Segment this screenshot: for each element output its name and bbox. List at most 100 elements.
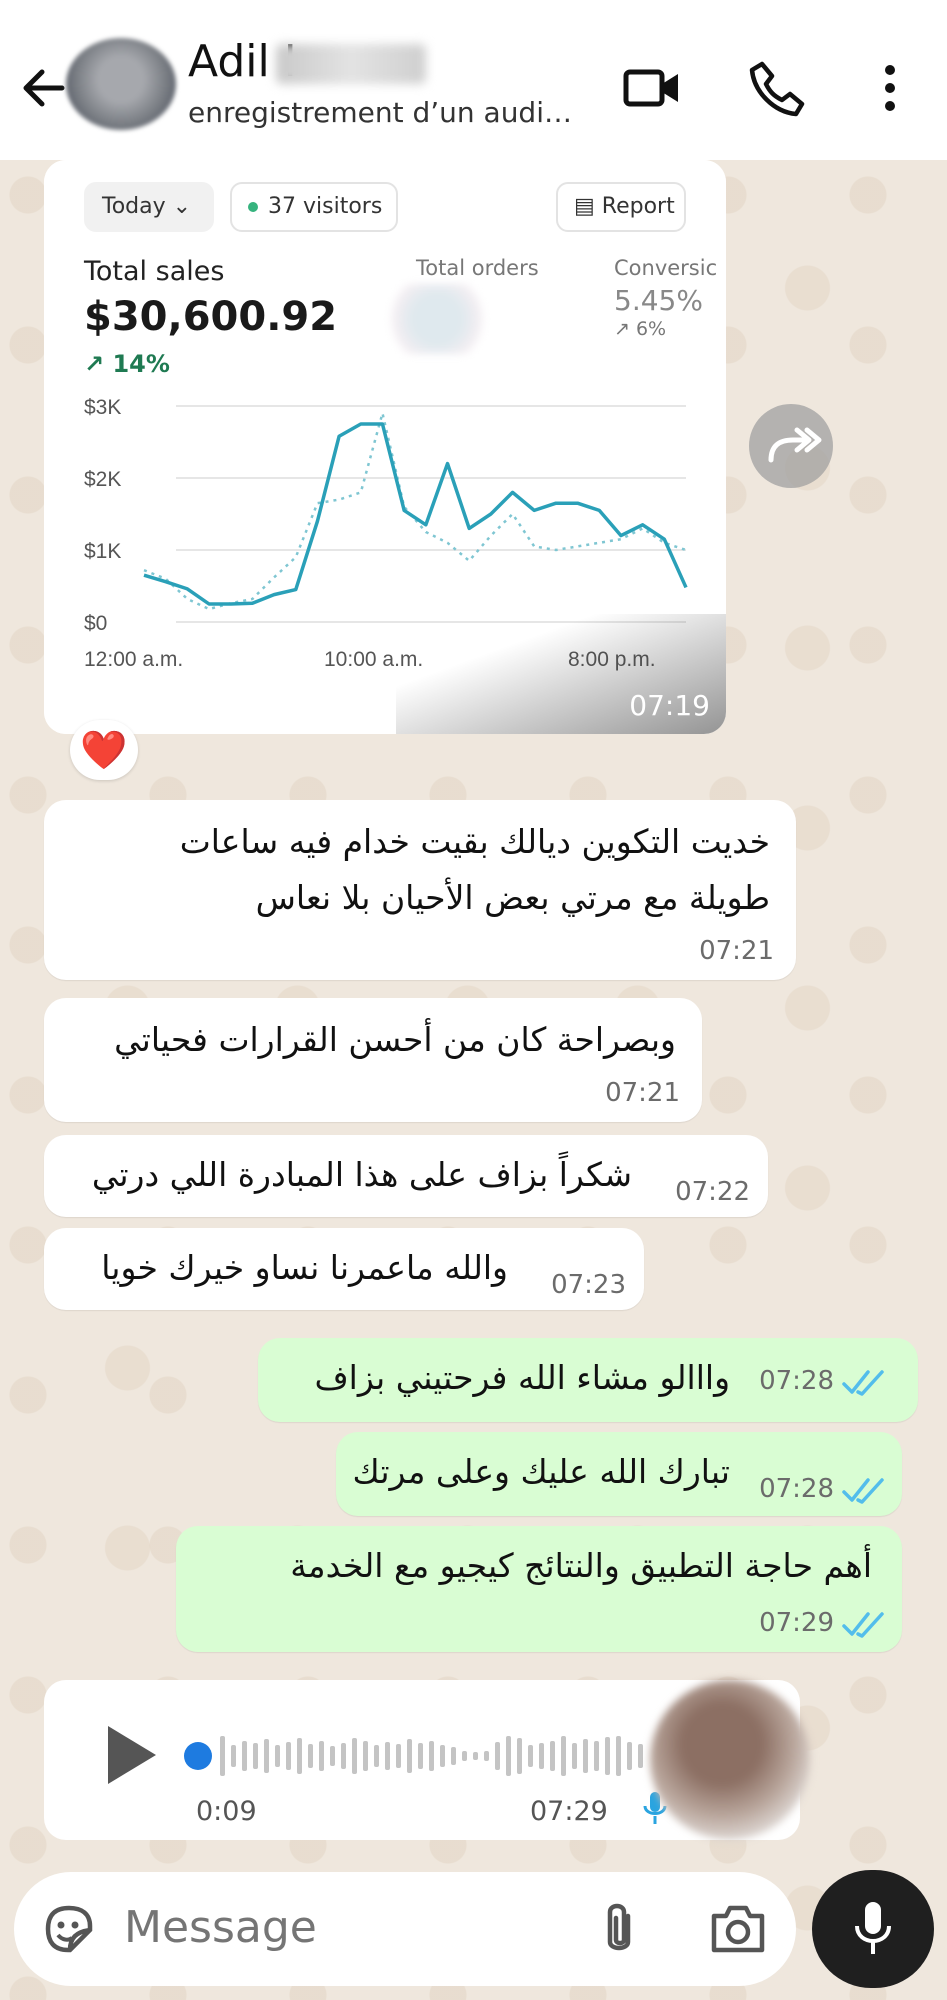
message-line: وبصراحة كان من أحسن القرارات فحياتي [114,1020,676,1059]
sales-dashboard-screenshot: Today ⌄ 37 visitors ▤ Report Total sales… [44,160,726,734]
orders-redaction [388,284,486,354]
waveform-bar [473,1752,478,1760]
message-line: تبارك الله عليك وعلى مرتك [352,1452,730,1491]
voice-message[interactable]: 0:09 07:29 [44,1680,810,1840]
message-time: 07:29 [759,1608,834,1638]
waveform-bar [605,1737,610,1775]
message-time: 07:19 [629,689,710,722]
waveform-bar [583,1739,588,1773]
outgoing-message[interactable]: تبارك الله عليك وعلى مرتك 07:28 [336,1432,902,1516]
waveform-bar [539,1743,544,1769]
waveform-bar [352,1738,357,1774]
audio-waveform[interactable] [184,1728,654,1784]
audio-duration: 0:09 [196,1796,257,1827]
image-message[interactable]: Today ⌄ 37 visitors ▤ Report Total sales… [44,160,726,734]
attachment-icon[interactable] [596,1900,642,1960]
message-time: 07:23 [551,1270,626,1300]
waveform-bar [561,1736,566,1776]
more-options-icon[interactable] [858,56,922,120]
filter-pill: Today ⌄ [84,182,214,232]
message-input[interactable] [124,1902,464,1953]
waveform-bar [286,1742,291,1770]
message-time: 07:28 [759,1366,834,1396]
heart-reaction[interactable]: ❤️ [70,720,138,780]
contact-avatar[interactable] [66,38,176,130]
forward-button[interactable] [749,404,833,488]
forward-icon [768,427,822,463]
waveform-bar [275,1745,280,1767]
playback-position-dot[interactable] [184,1742,212,1770]
conversion-value: 5.45% [614,284,703,317]
incoming-message[interactable]: شكراً بزاف على هذا المبادرة اللي درتي 07… [44,1135,768,1217]
x-tick-label: 12:00 a.m. [84,648,183,671]
y-tick-label: $1K [84,540,121,563]
contact-status: enregistrement d’un audi… [188,96,572,129]
series-line-comparison [143,411,687,611]
waveform-bar [451,1747,456,1765]
waveform-bar [308,1744,313,1768]
waveform-bar [407,1739,412,1773]
message-line: طويلة مع مرتي بعض الأحيان بلا نعاس [255,878,770,917]
total-orders-label: Total orders [416,256,539,280]
total-sales-change: ↗ 14% [84,350,170,378]
record-voice-button[interactable] [812,1870,934,1988]
waveform-bar [429,1741,434,1771]
incoming-message[interactable]: والله ماعمرنا نساو خيرك خويا 07:23 [44,1228,644,1310]
message-time: 07:28 [759,1474,834,1504]
waveform-bar [242,1741,247,1771]
waveform-bar [594,1741,599,1771]
waveform-bar [616,1736,621,1776]
message-line: وااالو مشاء الله فرحتيني بزاف [314,1358,730,1397]
waveform-bar [484,1751,489,1761]
total-sales-label: Total sales [84,256,225,287]
chat-header: Adil I enregistrement d’un audi… [0,0,947,160]
conversion-change: ↗ 6% [614,318,667,340]
message-time: 07:21 [605,1078,680,1108]
name-redaction [276,44,426,84]
waveform-bar [528,1745,533,1767]
chat-area[interactable]: Today ⌄ 37 visitors ▤ Report Total sales… [0,160,947,1860]
waveform-bar [253,1743,258,1769]
waveform-bar [440,1745,445,1767]
waveform-bar [319,1741,324,1771]
y-tick-label: $2K [84,468,121,491]
sticker-icon[interactable] [40,1900,98,1958]
read-receipt-icon [842,1612,884,1638]
message-line: أهم حاجة التطبيق والنتائج كيجيو مع الخدم… [290,1546,872,1585]
waveform-bar [220,1736,225,1776]
waveform-bar [341,1743,346,1769]
waveform-bar [495,1742,500,1770]
filter-label: Today [102,194,166,219]
read-receipt-icon [842,1370,884,1396]
message-line: خديت التكوين ديالك بقيت خدام فيه ساعات [179,822,770,861]
report-label: Report [601,194,675,219]
outgoing-message[interactable]: وااالو مشاء الله فرحتيني بزاف 07:28 [258,1338,918,1422]
video-call-icon[interactable] [620,56,684,120]
incoming-message[interactable]: خديت التكوين ديالك بقيت خدام فيه ساعات ط… [44,800,796,980]
series-line-current [143,422,688,606]
camera-icon[interactable] [708,1902,768,1956]
play-icon[interactable] [98,1720,162,1790]
incoming-message[interactable]: وبصراحة كان من أحسن القرارات فحياتي 07:2… [44,998,702,1122]
waveform-bar [385,1742,390,1770]
waveform-bar [550,1741,555,1771]
y-tick-label: $3K [84,396,121,419]
outgoing-message[interactable]: أهم حاجة التطبيق والنتائج كيجيو مع الخدم… [176,1526,902,1652]
message-input-bar[interactable] [14,1872,796,1986]
back-arrow-icon[interactable] [16,60,72,116]
waveform-bar [231,1745,236,1767]
message-line: والله ماعمرنا نساو خيرك خويا [101,1248,508,1287]
read-receipt-icon [842,1478,884,1504]
visitors-pill: 37 visitors [230,182,398,232]
y-tick-label: $0 [84,612,107,635]
message-time: 07:29 [530,1796,608,1827]
waveform-bar [462,1751,467,1761]
sender-avatar [650,1680,810,1840]
waveform-bar [418,1743,423,1769]
waveform-bar [374,1745,379,1767]
visitors-label: 37 visitors [268,194,383,219]
message-line: شكراً بزاف على هذا المبادرة اللي درتي [91,1155,632,1194]
phone-call-icon[interactable] [744,56,808,120]
waveform-bar [396,1744,401,1768]
waveform-bar [517,1738,522,1774]
